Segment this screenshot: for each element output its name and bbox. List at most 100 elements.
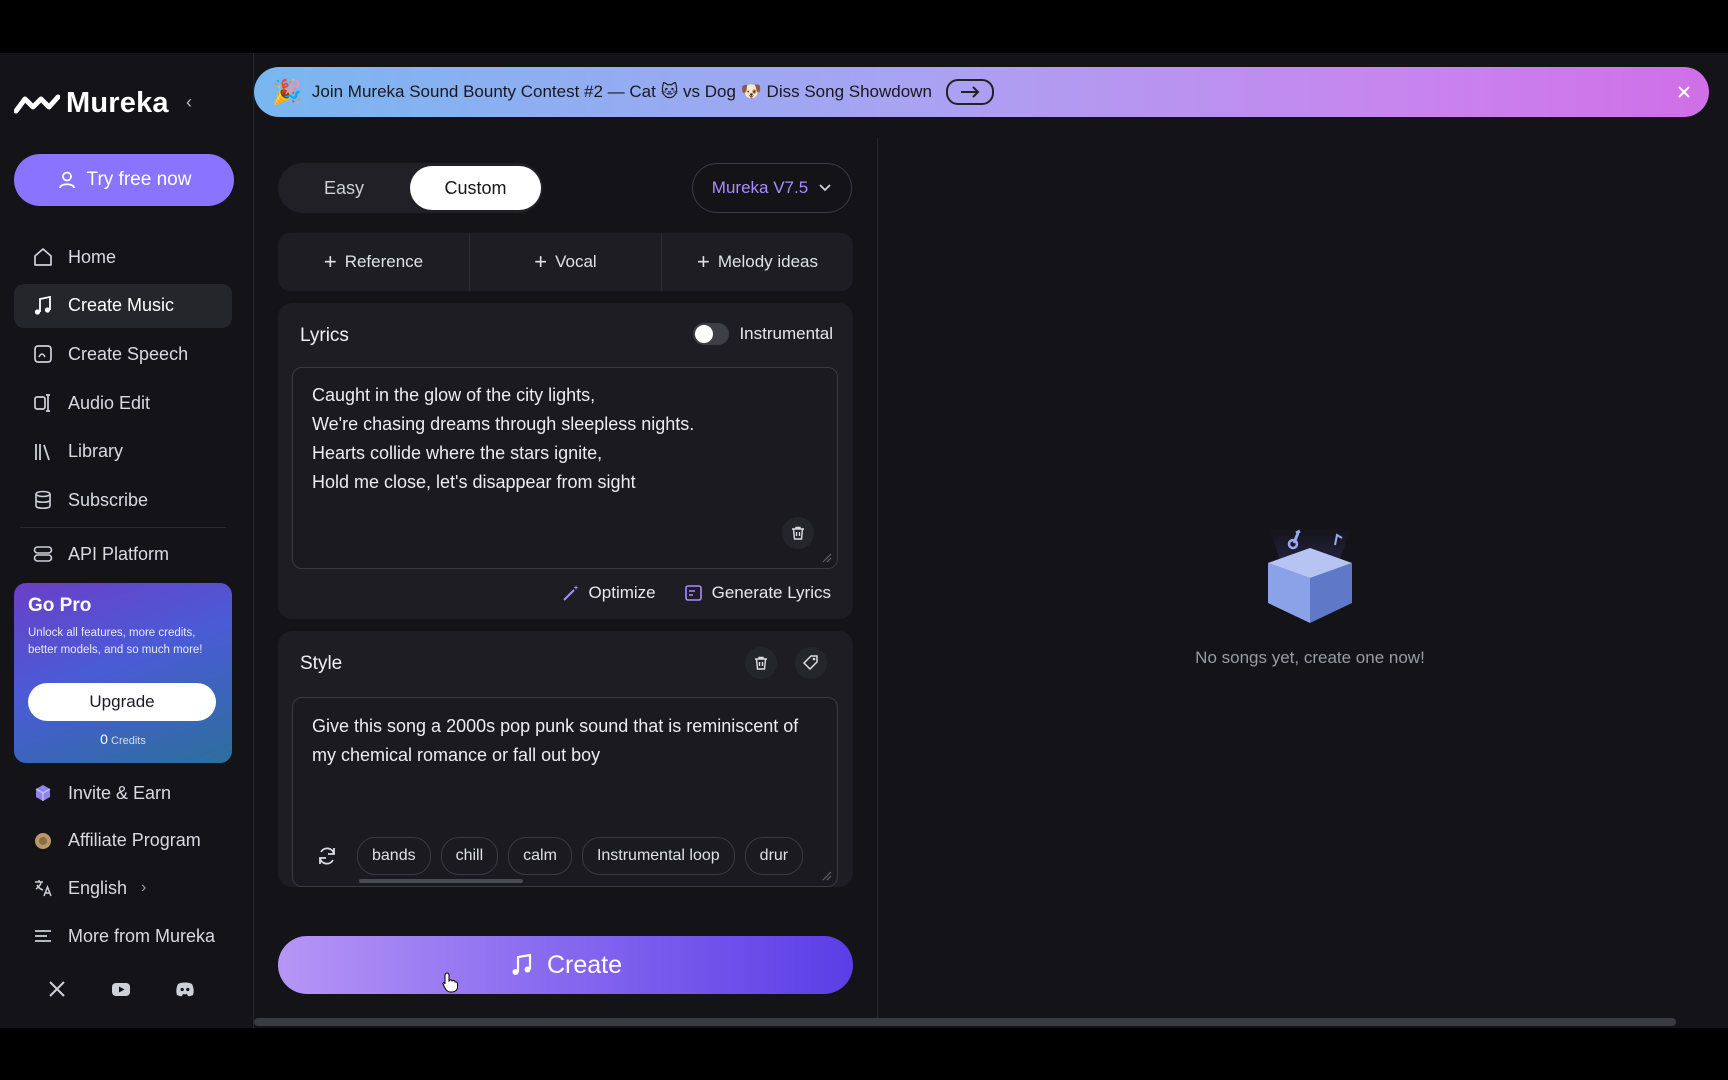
menu-icon bbox=[35, 930, 51, 942]
tag-icon bbox=[802, 655, 818, 671]
sidebar-item-create-speech[interactable]: Create Speech bbox=[14, 332, 232, 376]
lyrics-line: We're chasing dreams through sleepless n… bbox=[312, 414, 695, 434]
music-note-icon bbox=[512, 953, 532, 975]
refresh-icon[interactable] bbox=[315, 844, 339, 868]
home-icon bbox=[34, 248, 52, 266]
empty-box-icon bbox=[1268, 528, 1352, 623]
social-links bbox=[46, 978, 196, 1000]
collapse-sidebar-icon[interactable]: ‹ bbox=[186, 93, 204, 111]
sidebar: Mureka ‹ Try free now Home Create Music … bbox=[0, 53, 254, 1028]
instrumental-toggle-group: Instrumental bbox=[693, 323, 833, 345]
sidebar-item-label: Invite & Earn bbox=[68, 782, 172, 803]
empty-state-text: No songs yet, create one now! bbox=[1195, 648, 1425, 667]
trash-icon bbox=[755, 656, 767, 670]
optimize-button[interactable]: Optimize bbox=[561, 583, 656, 603]
magic-wand-icon bbox=[562, 585, 579, 601]
clear-style-button[interactable] bbox=[745, 647, 777, 679]
banner-close-button[interactable] bbox=[1671, 79, 1697, 105]
panel-divider bbox=[877, 138, 878, 1023]
arrow-right-icon bbox=[960, 86, 980, 98]
sidebar-item-library[interactable]: Library bbox=[14, 430, 232, 474]
api-icon bbox=[33, 546, 53, 562]
sidebar-item-affiliate[interactable]: Affiliate Program bbox=[14, 819, 232, 863]
sidebar-item-more-from-mureka[interactable]: More from Mureka bbox=[14, 914, 232, 958]
lyrics-line: Caught in the glow of the city lights, bbox=[312, 385, 596, 405]
go-pro-card: Go Pro Unlock all features, more credits… bbox=[14, 583, 232, 763]
add-reference-button[interactable]: + Reference bbox=[278, 233, 469, 291]
generate-lyrics-button[interactable]: Generate Lyrics bbox=[684, 583, 831, 603]
sidebar-item-label: More from Mureka bbox=[68, 925, 216, 946]
try-free-label: Try free now bbox=[86, 169, 192, 190]
sidebar-item-label: Audio Edit bbox=[68, 392, 151, 413]
add-options-bar: + Reference + Vocal + Melody ideas bbox=[278, 233, 853, 291]
sidebar-item-home[interactable]: Home bbox=[14, 235, 232, 279]
music-note-icon bbox=[34, 295, 51, 315]
horizontal-scrollbar[interactable] bbox=[254, 1018, 1676, 1026]
style-card: Style Give this song a 2000s pop punk so… bbox=[278, 631, 853, 887]
discord-icon[interactable] bbox=[174, 978, 196, 1000]
plus-icon: + bbox=[323, 249, 337, 274]
logo[interactable]: Mureka bbox=[14, 87, 169, 120]
sidebar-nav: Home Create Music Create Speech Audio Ed… bbox=[14, 235, 232, 581]
resize-handle-icon[interactable] bbox=[820, 551, 832, 563]
sidebar-item-api-platform[interactable]: API Platform bbox=[14, 532, 232, 576]
banner-arrow-button[interactable] bbox=[945, 79, 994, 105]
credits-value: 0 bbox=[100, 731, 108, 747]
tags-scrollbar[interactable] bbox=[359, 879, 523, 883]
sidebar-item-invite-earn[interactable]: Invite & Earn bbox=[14, 771, 232, 815]
create-label: Create bbox=[546, 950, 623, 979]
credits-display: 0 Credits bbox=[14, 731, 232, 747]
upgrade-button[interactable]: Upgrade bbox=[28, 683, 216, 721]
sidebar-item-label: Create Speech bbox=[68, 343, 189, 364]
sidebar-item-label: Affiliate Program bbox=[68, 830, 201, 851]
style-tag[interactable]: bands bbox=[357, 837, 431, 875]
sidebar-item-label: Subscribe bbox=[68, 489, 149, 510]
language-icon bbox=[35, 880, 52, 897]
sidebar-item-label: API Platform bbox=[68, 543, 170, 564]
sidebar-item-audio-edit[interactable]: Audio Edit bbox=[14, 381, 232, 425]
sidebar-item-language[interactable]: English › bbox=[14, 866, 232, 910]
sidebar-item-label: Library bbox=[68, 441, 124, 462]
create-button[interactable]: Create bbox=[278, 936, 853, 994]
add-vocal-button[interactable]: + Vocal bbox=[469, 233, 661, 291]
banner-text: Join Mureka Sound Bounty Contest #2 — Ca… bbox=[311, 82, 932, 101]
add-vocal-label: Vocal bbox=[555, 252, 597, 271]
instrumental-label: Instrumental bbox=[739, 324, 833, 343]
style-textarea[interactable]: Give this song a 2000s pop punk sound th… bbox=[292, 697, 838, 887]
party-popper-icon: 🎉 bbox=[272, 78, 302, 106]
database-icon bbox=[35, 491, 51, 510]
invite-icon bbox=[35, 785, 51, 801]
add-reference-label: Reference bbox=[344, 252, 424, 271]
sidebar-item-create-music[interactable]: Create Music bbox=[14, 283, 232, 328]
add-melody-button[interactable]: + Melody ideas bbox=[661, 233, 853, 291]
clear-lyrics-button[interactable] bbox=[782, 517, 814, 549]
resize-handle-icon[interactable] bbox=[820, 869, 832, 881]
speech-icon bbox=[34, 345, 52, 364]
lyrics-text: Caught in the glow of the city lights, W… bbox=[293, 381, 694, 497]
instrumental-toggle[interactable] bbox=[693, 323, 730, 345]
lyrics-textarea[interactable]: Caught in the glow of the city lights, W… bbox=[292, 367, 838, 569]
model-select[interactable]: Mureka V7.5 bbox=[692, 163, 852, 213]
youtube-icon[interactable] bbox=[110, 978, 132, 1000]
chevron-down-icon bbox=[819, 184, 831, 192]
sidebar-item-subscribe[interactable]: Subscribe bbox=[14, 478, 232, 522]
app-window: Mureka ‹ Try free now Home Create Music … bbox=[0, 53, 1728, 1028]
style-tag[interactable]: chill bbox=[440, 837, 499, 875]
tab-easy[interactable]: Easy bbox=[278, 163, 410, 213]
mode-toggle: Easy Custom bbox=[278, 163, 543, 213]
plus-icon: + bbox=[534, 249, 548, 274]
style-tag[interactable]: Instrumental loop bbox=[581, 837, 735, 875]
lyrics-title: Lyrics bbox=[300, 325, 349, 346]
tab-custom[interactable]: Custom bbox=[410, 166, 541, 210]
x-icon[interactable] bbox=[46, 978, 68, 1000]
close-icon bbox=[1678, 86, 1690, 98]
contest-banner[interactable]: 🎉 Join Mureka Sound Bounty Contest #2 — … bbox=[254, 67, 1709, 117]
style-tag[interactable]: drur bbox=[744, 837, 804, 875]
style-tag[interactable]: calm bbox=[508, 837, 572, 875]
affiliate-icon bbox=[35, 832, 51, 849]
style-presets-button[interactable] bbox=[795, 647, 827, 679]
try-free-button[interactable]: Try free now bbox=[14, 154, 234, 206]
library-icon bbox=[35, 443, 50, 461]
generate-lyrics-label: Generate Lyrics bbox=[711, 583, 831, 602]
lyrics-line: Hearts collide where the stars ignite, bbox=[312, 443, 603, 463]
